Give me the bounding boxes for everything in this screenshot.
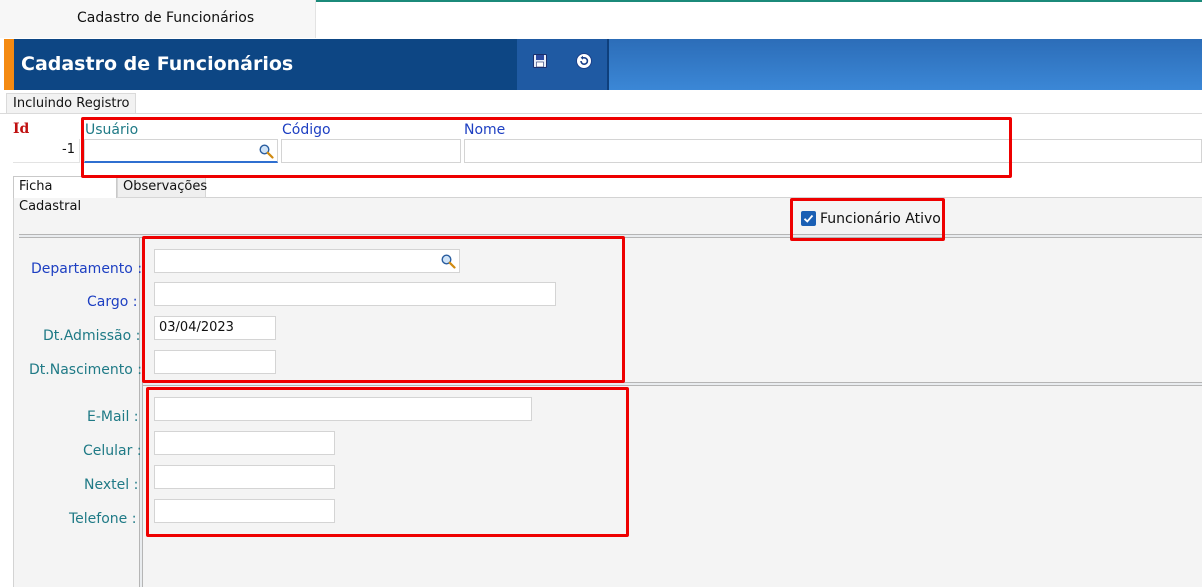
- funcionario-ativo-label: Funcionário Ativo: [820, 211, 941, 227]
- lookup-magnifier-icon[interactable]: [440, 253, 456, 269]
- telefone-field[interactable]: [154, 499, 335, 523]
- tab-ficha-cadastral[interactable]: Ficha Cadastral: [13, 176, 117, 214]
- tab-observacoes[interactable]: Observações: [117, 176, 208, 198]
- page-title: Cadastro de Funcionários: [21, 53, 294, 75]
- nome-label: Nome: [464, 122, 506, 138]
- title-box: Cadastro de Funcionários: [14, 39, 517, 90]
- celular-label: Celular :: [83, 443, 142, 459]
- id-field: -1: [13, 139, 80, 163]
- nascimento-label: Dt.Nascimento :: [29, 362, 142, 378]
- email-label: E-Mail :: [87, 409, 139, 425]
- admissao-field[interactable]: 03/04/2023: [154, 316, 276, 340]
- usuario-field[interactable]: [84, 139, 278, 163]
- save-button[interactable]: [531, 52, 549, 70]
- window-tabstrip: Cadastro de Funcionários: [0, 0, 1202, 38]
- nextel-label: Nextel :: [84, 477, 139, 493]
- funcionario-ativo-checkbox[interactable]: [801, 211, 816, 226]
- back-button[interactable]: [575, 52, 593, 70]
- checkmark-icon: [803, 214, 814, 223]
- id-label: Id: [13, 121, 30, 137]
- window-tab-cadastro[interactable]: Cadastro de Funcionários: [0, 0, 316, 38]
- codigo-field[interactable]: [281, 139, 461, 163]
- departamento-field[interactable]: [154, 249, 460, 273]
- nextel-field[interactable]: [154, 465, 335, 489]
- section-divider-middle: [143, 382, 1202, 386]
- label-column-divider: [139, 238, 143, 587]
- cargo-field[interactable]: [154, 282, 556, 306]
- section-divider-top: [19, 234, 1202, 238]
- telefone-label: Telefone :: [69, 511, 137, 527]
- header-divider: [0, 113, 1202, 114]
- title-bar: Cadastro de Funcionários: [4, 39, 1202, 90]
- toolbar-separator: [607, 39, 609, 90]
- tab-ficha-cadastral-label: Ficha Cadastral: [19, 179, 82, 214]
- window-tab-label: Cadastro de Funcionários: [77, 10, 255, 26]
- tab-observacoes-label: Observações: [123, 179, 208, 194]
- title-accent-bar: [4, 39, 14, 90]
- tabstrip-accent-line: [316, 0, 1202, 2]
- codigo-label: Código: [282, 122, 331, 138]
- lookup-magnifier-icon[interactable]: [258, 143, 274, 159]
- undo-arrow-icon: [576, 53, 592, 69]
- floppy-disk-icon: [533, 54, 547, 68]
- mode-tab: Incluindo Registro: [6, 93, 137, 114]
- celular-field[interactable]: [154, 431, 335, 455]
- nascimento-field[interactable]: [154, 350, 276, 374]
- email-field[interactable]: [154, 397, 532, 421]
- nome-field[interactable]: [464, 139, 1202, 163]
- admissao-label: Dt.Admissão :: [43, 328, 141, 344]
- cargo-label: Cargo :: [87, 294, 138, 310]
- usuario-label: Usuário: [85, 122, 139, 138]
- toolbar: [517, 39, 607, 90]
- departamento-label: Departamento :: [31, 261, 143, 277]
